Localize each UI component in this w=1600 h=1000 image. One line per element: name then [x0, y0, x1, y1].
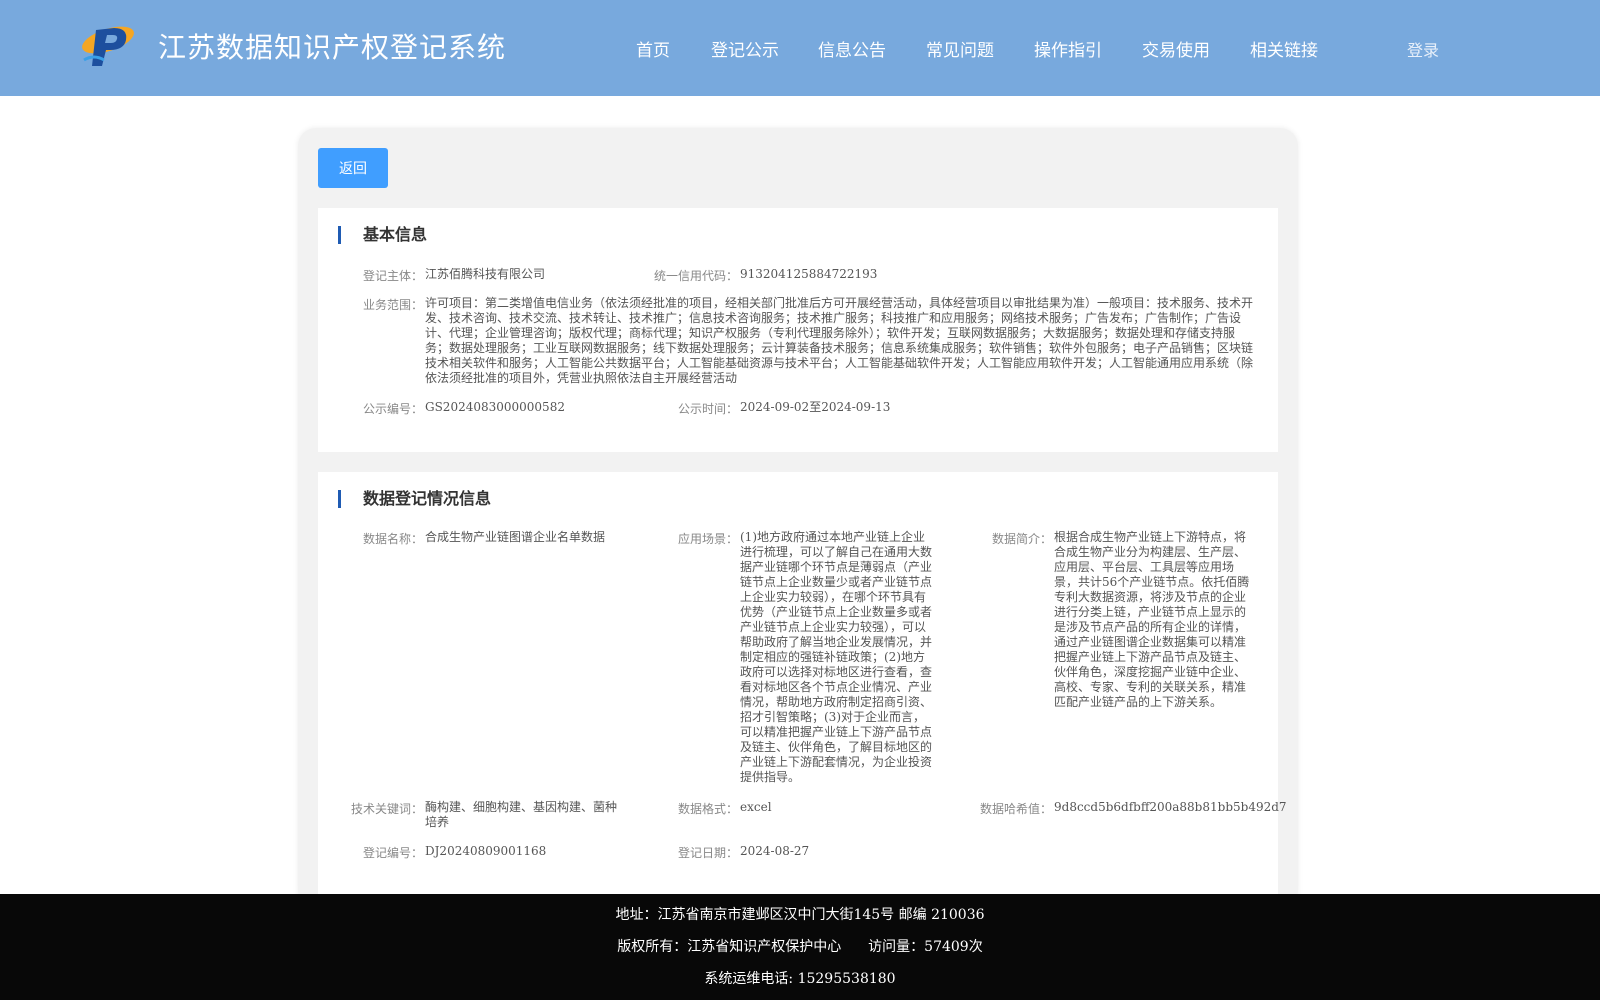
registration-info-panel: 数据登记情况信息 数据名称： 合成生物产业链图谱企业名单数据 应用场景： (1)…	[318, 472, 1287, 932]
site-footer: 地址：江苏省南京市建邺区汉中门大街145号 邮编 210036 版权所有：江苏省…	[0, 894, 1600, 1000]
publication-end-date: 2024-09-13	[821, 400, 891, 414]
nav-related-links[interactable]: 相关链接	[1250, 36, 1318, 61]
publication-start-date: 2024-09-02	[740, 400, 810, 414]
data-intro-label: 数据简介：	[991, 532, 1052, 546]
section-title-registration: 数据登记情况信息	[338, 490, 491, 508]
registration-number-label: 登记编号：	[362, 846, 423, 860]
detail-card: 返回 基本信息 登记主体： 江苏佰腾科技有限公司 统一信用代码： 9132041…	[298, 128, 1298, 932]
tech-keywords-value: 酶构建、细胞构建、基因构建、菌种培养	[425, 800, 618, 829]
publication-date-separator: 至	[809, 400, 822, 414]
top-header: 江苏数据知识产权登记系统 首页 登记公示 信息公告 常见问题 操作指引 交易使用…	[0, 0, 1600, 96]
subject-label: 登记主体：	[362, 269, 423, 283]
data-hash-label: 数据哈希值：	[979, 802, 1052, 816]
data-format-label: 数据格式：	[677, 802, 738, 816]
login-link[interactable]: 登录	[1407, 37, 1439, 61]
data-hash-value: 9d8ccd5b6dfbff200a88b81bb5b492d7	[1054, 800, 1287, 814]
app-title: 江苏数据知识产权登记系统	[158, 31, 507, 64]
basic-info-panel: 基本信息 登记主体： 江苏佰腾科技有限公司 统一信用代码： 9132041258…	[318, 208, 1278, 452]
scenario-label: 应用场景：	[677, 532, 738, 546]
footer-copyright: 版权所有：江苏省知识产权保护中心	[617, 939, 842, 955]
logo-icon	[82, 26, 134, 66]
business-scope-label: 业务范围：	[362, 298, 423, 312]
nav-home[interactable]: 首页	[636, 36, 670, 61]
nav-trade-use[interactable]: 交易使用	[1142, 36, 1210, 61]
registration-date-value: 2024-08-27	[740, 844, 810, 858]
scenario-value: (1)地方政府通过本地产业链上企业进行梳理，可以了解自己在通用大数据产业链哪个环…	[740, 530, 933, 784]
publication-number-label: 公示编号：	[362, 402, 423, 416]
subject-value: 江苏佰腾科技有限公司	[425, 267, 546, 281]
publication-time-label: 公示时间：	[677, 402, 738, 416]
nav-announcements[interactable]: 信息公告	[818, 36, 886, 61]
nav-registration-publicity[interactable]: 登记公示	[711, 36, 779, 61]
publication-time-value: 2024-09-02至2024-09-13	[740, 400, 890, 415]
footer-copyright-row: 版权所有：江苏省知识产权保护中心 访问量：57409次	[0, 936, 1600, 956]
footer-visit-count: 访问量：57409次	[868, 939, 983, 955]
data-name-label: 数据名称：	[362, 532, 423, 546]
footer-phone: 系统运维电话: 15295538180	[704, 971, 896, 987]
nav-faq[interactable]: 常见问题	[926, 36, 994, 61]
nav-guide[interactable]: 操作指引	[1034, 36, 1102, 61]
publication-number-value: GS2024083000000582	[425, 400, 565, 414]
registration-date-label: 登记日期：	[677, 846, 738, 860]
registration-number-value: DJ20240809001168	[425, 844, 547, 858]
section-title-basic-info: 基本信息	[338, 226, 427, 244]
data-intro-value: 根据合成生物产业链上下游特点，将合成生物产业分为构建层、生产层、应用层、平台层、…	[1054, 530, 1250, 709]
credit-code-label: 统一信用代码：	[653, 269, 738, 283]
tech-keywords-label: 技术关键词：	[350, 802, 423, 816]
back-button[interactable]: 返回	[318, 148, 388, 188]
footer-address: 地址：江苏省南京市建邺区汉中门大街145号 邮编 210036	[615, 907, 985, 923]
credit-code-value: 913204125884722193	[740, 267, 878, 281]
business-scope-value: 许可项目：第二类增值电信业务（依法须经批准的项目，经相关部门批准后方可开展经营活…	[425, 296, 1254, 385]
data-format-value: excel	[740, 800, 772, 814]
data-name-value: 合成生物产业链图谱企业名单数据	[425, 530, 606, 544]
